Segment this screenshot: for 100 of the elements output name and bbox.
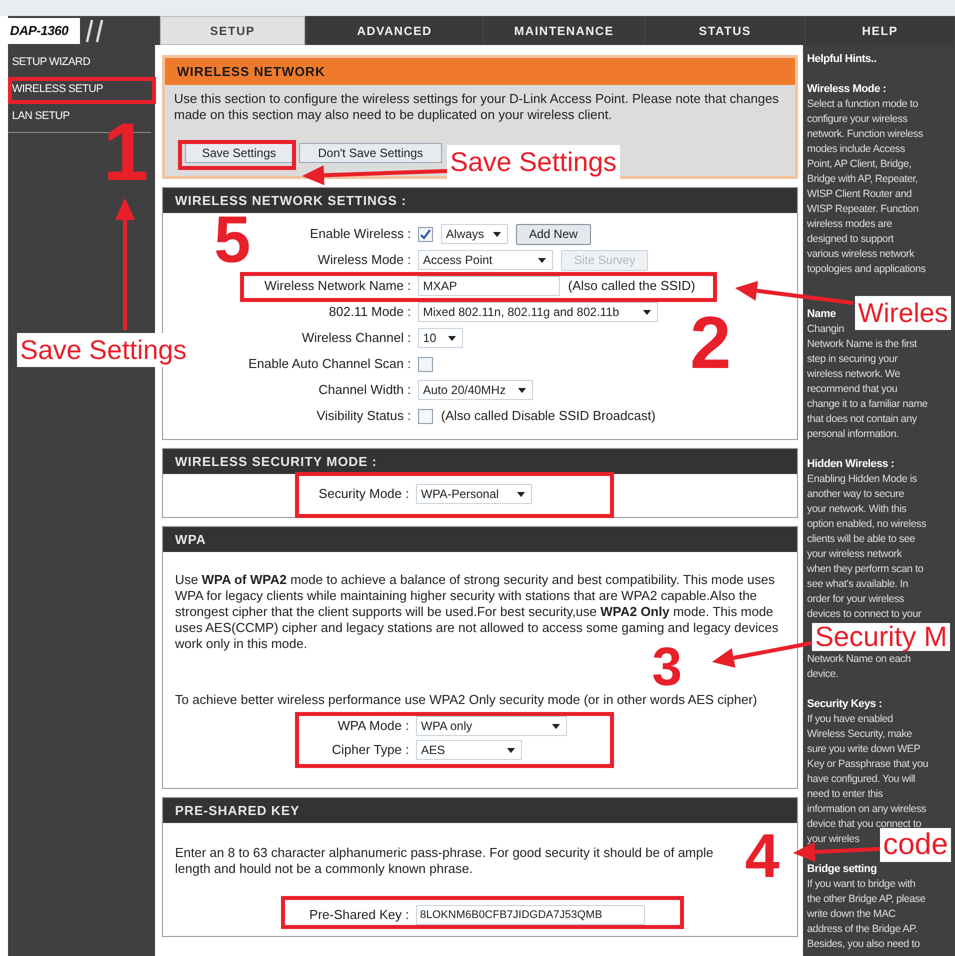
help-heading: Hidden Wireless : [807, 457, 894, 472]
field-label: Wireless Channel : [300, 329, 411, 348]
help-text: need to enter this [807, 787, 883, 802]
help-text: devices to connect to your [807, 607, 922, 622]
help-heading: Name [807, 307, 836, 322]
dropdown-select[interactable]: WPA only [416, 716, 567, 736]
help-text: your wireles [807, 832, 860, 847]
section-header: WPA [163, 527, 797, 552]
info-paragraph: Enter an 8 to 63 character alphanumeric pass-phrase. For good security it should be of ample length and hould not be a commonly known phrase. [174, 844, 714, 877]
nav-tab[interactable]: ADVANCED [307, 16, 482, 45]
text-field[interactable]: 8LOKNM6B0CFB7JIDGDA7J53QMB [416, 905, 645, 925]
checkbox[interactable] [418, 226, 433, 242]
hint-text: (Also called Disable SSID Broadcast) [441, 407, 656, 426]
checkbox[interactable] [418, 356, 433, 372]
help-text: If you have enabled [807, 712, 893, 727]
nav-tab[interactable]: SETUP [160, 16, 305, 45]
help-text: order for your wireless [807, 592, 904, 607]
help-text: Key or Passphrase that you [807, 757, 928, 772]
section-header: WIRELESS NETWORK [165, 58, 795, 85]
logo-slashes-icon [84, 18, 106, 42]
field-label: 802.11 Mode : [328, 303, 411, 322]
help-text: Besides, you also need to [807, 937, 920, 952]
help-heading: Security Keys : [807, 697, 882, 712]
help-text: step in securing your [807, 352, 898, 367]
help-text: Changin [807, 322, 844, 337]
dropdown-select[interactable]: 10 [418, 328, 463, 348]
dropdown-caret-icon [538, 258, 546, 262]
hint-text: (Also called the SSID) [568, 277, 696, 296]
help-text: Network Name is the first [807, 337, 917, 352]
section-description: Use this section to configure the wireless settings for your D-Link Access Point. Please note that changes made on this section may also need to be duplicated on your wireless client. [173, 90, 780, 123]
callout-label: Save Settings [447, 145, 620, 179]
help-text: designed to support [807, 232, 894, 247]
help-text: Wireless Security, make [807, 727, 912, 742]
dropdown-caret-icon [493, 232, 501, 236]
help-text: wireless network. We [807, 367, 900, 382]
sidebar-link[interactable]: WIRELESS SETUP [8, 76, 151, 103]
field-label: Visibility Status : [316, 407, 411, 426]
section-header: PRE-SHARED KEY [163, 798, 797, 823]
dropdown-caret-icon [518, 388, 526, 392]
field-label: Wireless Network Name : [263, 277, 411, 296]
help-text: recommend that you [807, 382, 898, 397]
checkbox[interactable] [418, 408, 433, 424]
step-number: 2 [690, 306, 732, 380]
help-text: the other Bridge AP, please [807, 892, 926, 907]
dropdown-caret-icon [507, 748, 515, 752]
help-text: Bridge with AP, Repeater, [807, 172, 918, 187]
help-text: Point, AP Client, Bridge, [807, 157, 912, 172]
help-text: another way to secure [807, 487, 904, 502]
help-text: clients will be able to see [807, 532, 916, 547]
dropdown-select[interactable]: Mixed 802.11n, 802.11g and 802.11b [418, 302, 658, 322]
nav-tab[interactable]: STATUS [646, 16, 804, 45]
section-header: WIRELESS NETWORK SETTINGS : [163, 188, 797, 213]
checkmark-icon [420, 228, 431, 240]
form-button[interactable]: Save Settings [185, 143, 293, 163]
dropdown-select[interactable]: WPA-Personal [416, 484, 532, 504]
help-text: WISP Client Router and [807, 187, 912, 202]
dropdown-select[interactable]: Auto 20/40MHz [418, 380, 533, 400]
step-number: 4 [745, 826, 780, 888]
help-text: modes include Access [807, 142, 905, 157]
dropdown-select[interactable]: Access Point [418, 250, 553, 270]
help-text: change it to a familiar name [807, 397, 928, 412]
help-heading: Helpful Hints.. [807, 52, 876, 67]
dropdown-select[interactable]: AES [416, 740, 522, 760]
field-label: Enable Wireless : [308, 225, 411, 244]
nav-tab[interactable]: HELP [806, 16, 954, 45]
help-text: topologies and applications [807, 262, 926, 277]
field-label: Pre-Shared Key : [308, 906, 409, 924]
help-text: Select a function mode to [807, 97, 918, 112]
help-text: that does not contain any [807, 412, 917, 427]
dropdown-caret-icon [643, 310, 651, 314]
field-label: Wireless Mode : [316, 251, 411, 270]
logo: DAP-1360 [8, 18, 80, 44]
help-text: WISP Repeater. Function [807, 202, 918, 217]
text-field[interactable]: MXAP [418, 276, 560, 296]
help-text: device. [807, 667, 838, 682]
help-text: Network Name on each [807, 652, 911, 667]
help-text: option enabled, no wireless [807, 517, 926, 532]
help-text: information on any wireless [807, 802, 926, 817]
field-label: Channel Width : [318, 381, 411, 400]
help-text: Enabling Hidden Mode is [807, 472, 917, 487]
dropdown-caret-icon [448, 336, 456, 340]
help-text: network. Function wireless [807, 127, 923, 142]
dropdown-select[interactable]: Always [441, 224, 508, 244]
callout-label: Security M [812, 623, 950, 651]
help-heading: Bridge setting [807, 862, 877, 877]
step-number: 1 [103, 112, 149, 194]
help-text: wireless modes are [807, 217, 892, 232]
help-text: personal information. [807, 427, 899, 442]
form-button[interactable]: Don't Save Settings [299, 143, 442, 163]
field-label: Cipher Type : [330, 741, 409, 760]
callout-label: code [880, 828, 952, 862]
action-button[interactable]: Add New [516, 224, 591, 244]
help-text: when they perform scan to [807, 562, 924, 577]
field-label: Enable Auto Channel Scan : [247, 355, 411, 374]
help-text: various wireless network [807, 247, 914, 262]
help-text: address of the Bridge AP. [807, 922, 918, 937]
field-label: Security Mode : [318, 485, 409, 504]
nav-tab[interactable]: MAINTENANCE [484, 16, 644, 45]
info-paragraph: To achieve better wireless performance use WPA2 Only security mode (or in other words AES cipher) [175, 692, 758, 708]
sidebar-link[interactable]: SETUP WIZARD [8, 49, 151, 76]
